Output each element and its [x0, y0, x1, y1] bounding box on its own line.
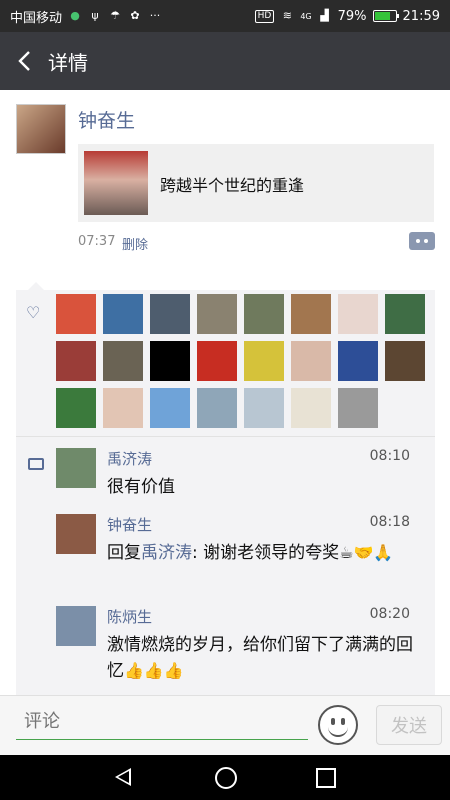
link-title: 跨越半个世纪的重逢: [160, 176, 305, 195]
commenter-avatar[interactable]: [56, 448, 96, 488]
reply-to-name[interactable]: 禹济涛: [141, 543, 192, 563]
shield-icon: ●: [70, 9, 80, 22]
emoji-icons: ☕🤝🙏: [339, 543, 394, 562]
signal-icon: ▟: [320, 9, 329, 22]
post-time: 07:37: [78, 234, 116, 249]
recent-square-icon[interactable]: [316, 768, 336, 788]
reply-prefix: 回复: [107, 543, 141, 563]
commenter-name[interactable]: 陈炳生: [107, 606, 152, 627]
dot-icon: [416, 239, 420, 243]
liker-avatar[interactable]: [197, 294, 237, 334]
commenter-name[interactable]: 钟奋生: [107, 514, 152, 535]
liker-avatar[interactable]: [103, 341, 143, 381]
smiley-icon[interactable]: [318, 705, 358, 745]
chevron-left-icon: [18, 51, 30, 71]
liker-avatar[interactable]: [244, 341, 284, 381]
liker-avatar[interactable]: [385, 341, 425, 381]
liker-avatar[interactable]: [197, 388, 237, 428]
title-bar: 详情: [0, 32, 450, 90]
notification-icon: ✿: [130, 9, 140, 22]
comment-time: 08:18: [369, 514, 410, 530]
author-name[interactable]: 钟奋生: [78, 106, 135, 133]
comment-time: 08:20: [369, 606, 410, 622]
interaction-panel: ♡ 禹济涛 08:10 很有价值 钟奋生 08:18 回复禹济涛: 谢谢老领导的…: [16, 282, 435, 695]
liker-avatar[interactable]: [291, 388, 331, 428]
heart-icon: ♡: [26, 303, 41, 322]
moment-detail: 钟奋生 跨越半个世纪的重逢 07:37 删除 ♡ 禹济涛 08:10 很有价值 …: [0, 90, 450, 695]
usb-icon: ψ: [91, 9, 99, 22]
liker-avatar[interactable]: [244, 294, 284, 334]
back-button[interactable]: [0, 32, 48, 90]
comment-text: 回复禹济涛: 谢谢老领导的夸奖☕🤝🙏: [107, 540, 417, 566]
comment-input[interactable]: [16, 704, 308, 740]
page-title: 详情: [48, 50, 88, 75]
system-nav-bar: [0, 755, 450, 800]
comment-time: 08:10: [369, 448, 410, 464]
commenter-name[interactable]: 禹济涛: [107, 448, 152, 469]
home-circle-icon[interactable]: [215, 767, 237, 789]
liker-avatar[interactable]: [56, 388, 96, 428]
liker-avatar[interactable]: [291, 341, 331, 381]
liker-avatar[interactable]: [244, 388, 284, 428]
reply-body: : 谢谢老领导的夸奖: [192, 543, 340, 563]
liker-avatar-list: [56, 294, 432, 435]
clock: 21:59: [402, 8, 440, 24]
smiley-mouth: [328, 725, 348, 737]
delete-link[interactable]: 删除: [122, 234, 148, 253]
back-triangle-icon[interactable]: [115, 768, 131, 786]
battery-percent: 79%: [337, 8, 367, 24]
more-actions-button[interactable]: [409, 232, 435, 250]
comment-text: 激情燃烧的岁月，给你们留下了满满的回忆👍👍👍: [107, 632, 417, 684]
link-thumbnail: [84, 151, 148, 215]
comment-text: 很有价值: [107, 477, 175, 497]
liker-avatar[interactable]: [56, 294, 96, 334]
commenter-avatar[interactable]: [56, 514, 96, 554]
comment-input-bar: 发送: [0, 695, 450, 755]
divider: [16, 436, 435, 437]
liker-avatar[interactable]: [385, 294, 425, 334]
liker-avatar[interactable]: [150, 294, 190, 334]
thumbs-up-icons: 👍👍👍: [124, 661, 184, 680]
comment-icon: [28, 458, 44, 470]
hd-icon: HD: [254, 9, 275, 23]
liker-avatar[interactable]: [338, 341, 378, 381]
liker-avatar[interactable]: [338, 388, 378, 428]
status-bar: 中国移动 ● ψ ☂ ✿ ··· HD ≋ 4G ▟ 79% 21:59: [0, 0, 450, 32]
shared-link-card[interactable]: 跨越半个世纪的重逢: [78, 144, 434, 222]
carrier-label: 中国移动: [10, 10, 63, 26]
send-button[interactable]: 发送: [376, 705, 442, 745]
dot-icon: [424, 239, 428, 243]
liker-avatar[interactable]: [150, 388, 190, 428]
battery-icon: [372, 10, 399, 22]
liker-avatar[interactable]: [56, 341, 96, 381]
likes-section: ♡: [16, 290, 435, 436]
more-dots-icon: ···: [149, 9, 161, 22]
network-type: 4G: [300, 11, 312, 21]
author-avatar[interactable]: [16, 104, 66, 154]
liker-avatar[interactable]: [103, 388, 143, 428]
liker-avatar[interactable]: [291, 294, 331, 334]
smiley-eye: [341, 718, 345, 725]
liker-avatar[interactable]: [150, 341, 190, 381]
wifi-icon: ≋: [282, 9, 292, 22]
weather-icon: ☂: [110, 9, 120, 22]
smiley-eye: [331, 718, 335, 725]
liker-avatar[interactable]: [338, 294, 378, 334]
liker-avatar[interactable]: [197, 341, 237, 381]
liker-avatar[interactable]: [103, 294, 143, 334]
commenter-avatar[interactable]: [56, 606, 96, 646]
